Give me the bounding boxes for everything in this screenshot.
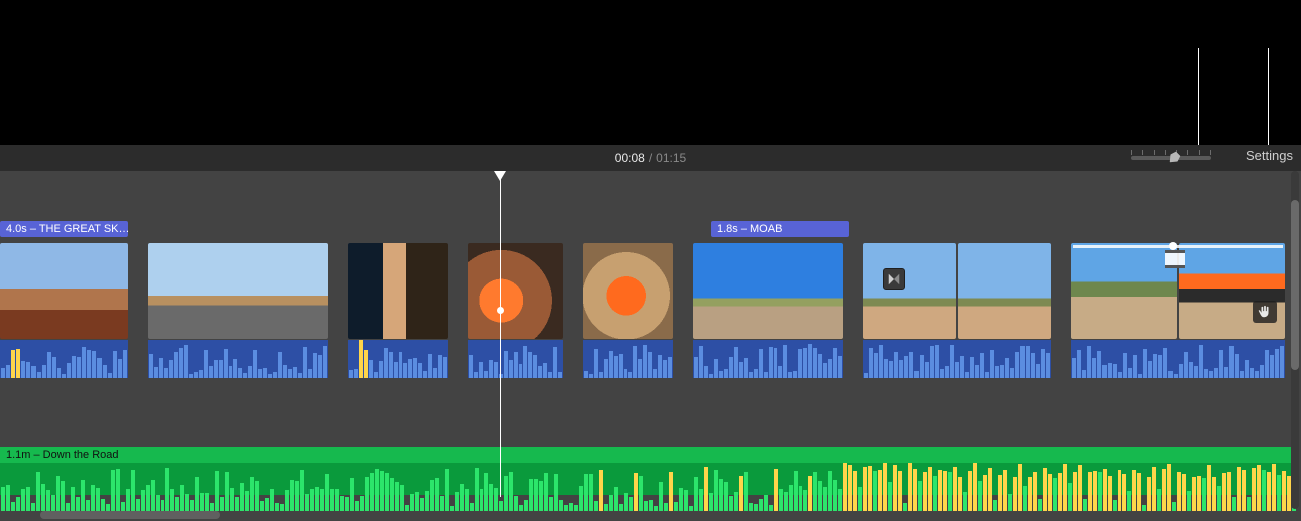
clip-thumbnail xyxy=(1179,243,1285,339)
clip-audio-waveform xyxy=(0,340,128,378)
clip-audio-waveform xyxy=(468,340,563,378)
clip-thumbnails xyxy=(468,243,563,339)
clip-thumbnails xyxy=(583,243,673,339)
timeline-panel[interactable]: 4.0s – THE GREAT SK… 1.8s – MOAB 1.1m – D… xyxy=(0,171,1301,521)
film-frame-icon xyxy=(1165,250,1185,268)
video-clip[interactable] xyxy=(148,221,328,378)
clip-audio-waveform xyxy=(693,340,843,378)
video-clip[interactable]: 4.0s – THE GREAT SK… xyxy=(0,221,128,378)
preview-area xyxy=(0,0,1301,145)
horizontal-scrollbar[interactable] xyxy=(40,511,220,519)
clip-title-label: 1.8s – MOAB xyxy=(711,221,849,237)
video-clip[interactable] xyxy=(468,221,563,378)
clip-title-label: 4.0s – THE GREAT SK… xyxy=(0,221,128,237)
clip-thumbnails xyxy=(148,243,328,339)
clip-audio-waveform xyxy=(348,340,448,378)
timeline-toolbar: 00:08 / 01:15 xyxy=(0,145,1301,171)
clip-thumbnail xyxy=(958,243,1051,339)
clip-thumbnails xyxy=(0,243,128,339)
clip-thumbnail xyxy=(583,243,673,339)
video-clip[interactable] xyxy=(1071,221,1285,378)
primary-storyline[interactable]: 4.0s – THE GREAT SK… 1.8s – MOAB xyxy=(0,221,1301,378)
ken-burns-track[interactable] xyxy=(1073,245,1283,248)
video-clip[interactable] xyxy=(348,221,448,378)
clip-thumbnails xyxy=(348,243,448,339)
stabilize-hand-icon xyxy=(1253,301,1277,323)
playhead-marker-dot xyxy=(497,307,504,314)
timeline-zoom-slider[interactable] xyxy=(1131,149,1211,167)
video-clip[interactable] xyxy=(583,221,673,378)
time-separator: / xyxy=(649,151,652,165)
playhead-time-current: 00:08 xyxy=(615,151,645,165)
music-waveform xyxy=(0,463,1297,511)
music-clip-label: 1.1m – Down the Road xyxy=(0,447,1297,463)
settings-button[interactable]: Settings xyxy=(1246,148,1293,163)
vertical-scrollbar-thumb[interactable] xyxy=(1291,200,1299,370)
clip-thumbnail xyxy=(468,243,563,339)
clip-thumbnail xyxy=(348,243,448,339)
clip-thumbnail xyxy=(148,243,328,339)
cross-dissolve-glyph xyxy=(887,272,901,286)
music-clip[interactable]: 1.1m – Down the Road xyxy=(0,447,1297,495)
clip-thumbnail xyxy=(0,243,128,339)
callout-line-settings xyxy=(1268,48,1269,150)
callout-line-zoom xyxy=(1198,48,1199,150)
video-clip[interactable] xyxy=(863,221,1051,378)
clip-thumbnails xyxy=(863,243,1051,339)
clip-thumbnail xyxy=(1071,243,1177,339)
clip-audio-waveform xyxy=(1071,340,1285,378)
clip-audio-waveform xyxy=(863,340,1051,378)
project-duration: 01:15 xyxy=(656,151,686,165)
clip-audio-waveform xyxy=(148,340,328,378)
transition-icon[interactable] xyxy=(883,268,905,290)
clip-thumbnails xyxy=(693,243,843,339)
clip-thumbnail xyxy=(863,243,956,339)
video-clip[interactable]: 1.8s – MOAB xyxy=(693,221,843,378)
playhead-line xyxy=(500,176,501,497)
clip-audio-waveform xyxy=(583,340,673,378)
clip-thumbnail xyxy=(693,243,843,339)
